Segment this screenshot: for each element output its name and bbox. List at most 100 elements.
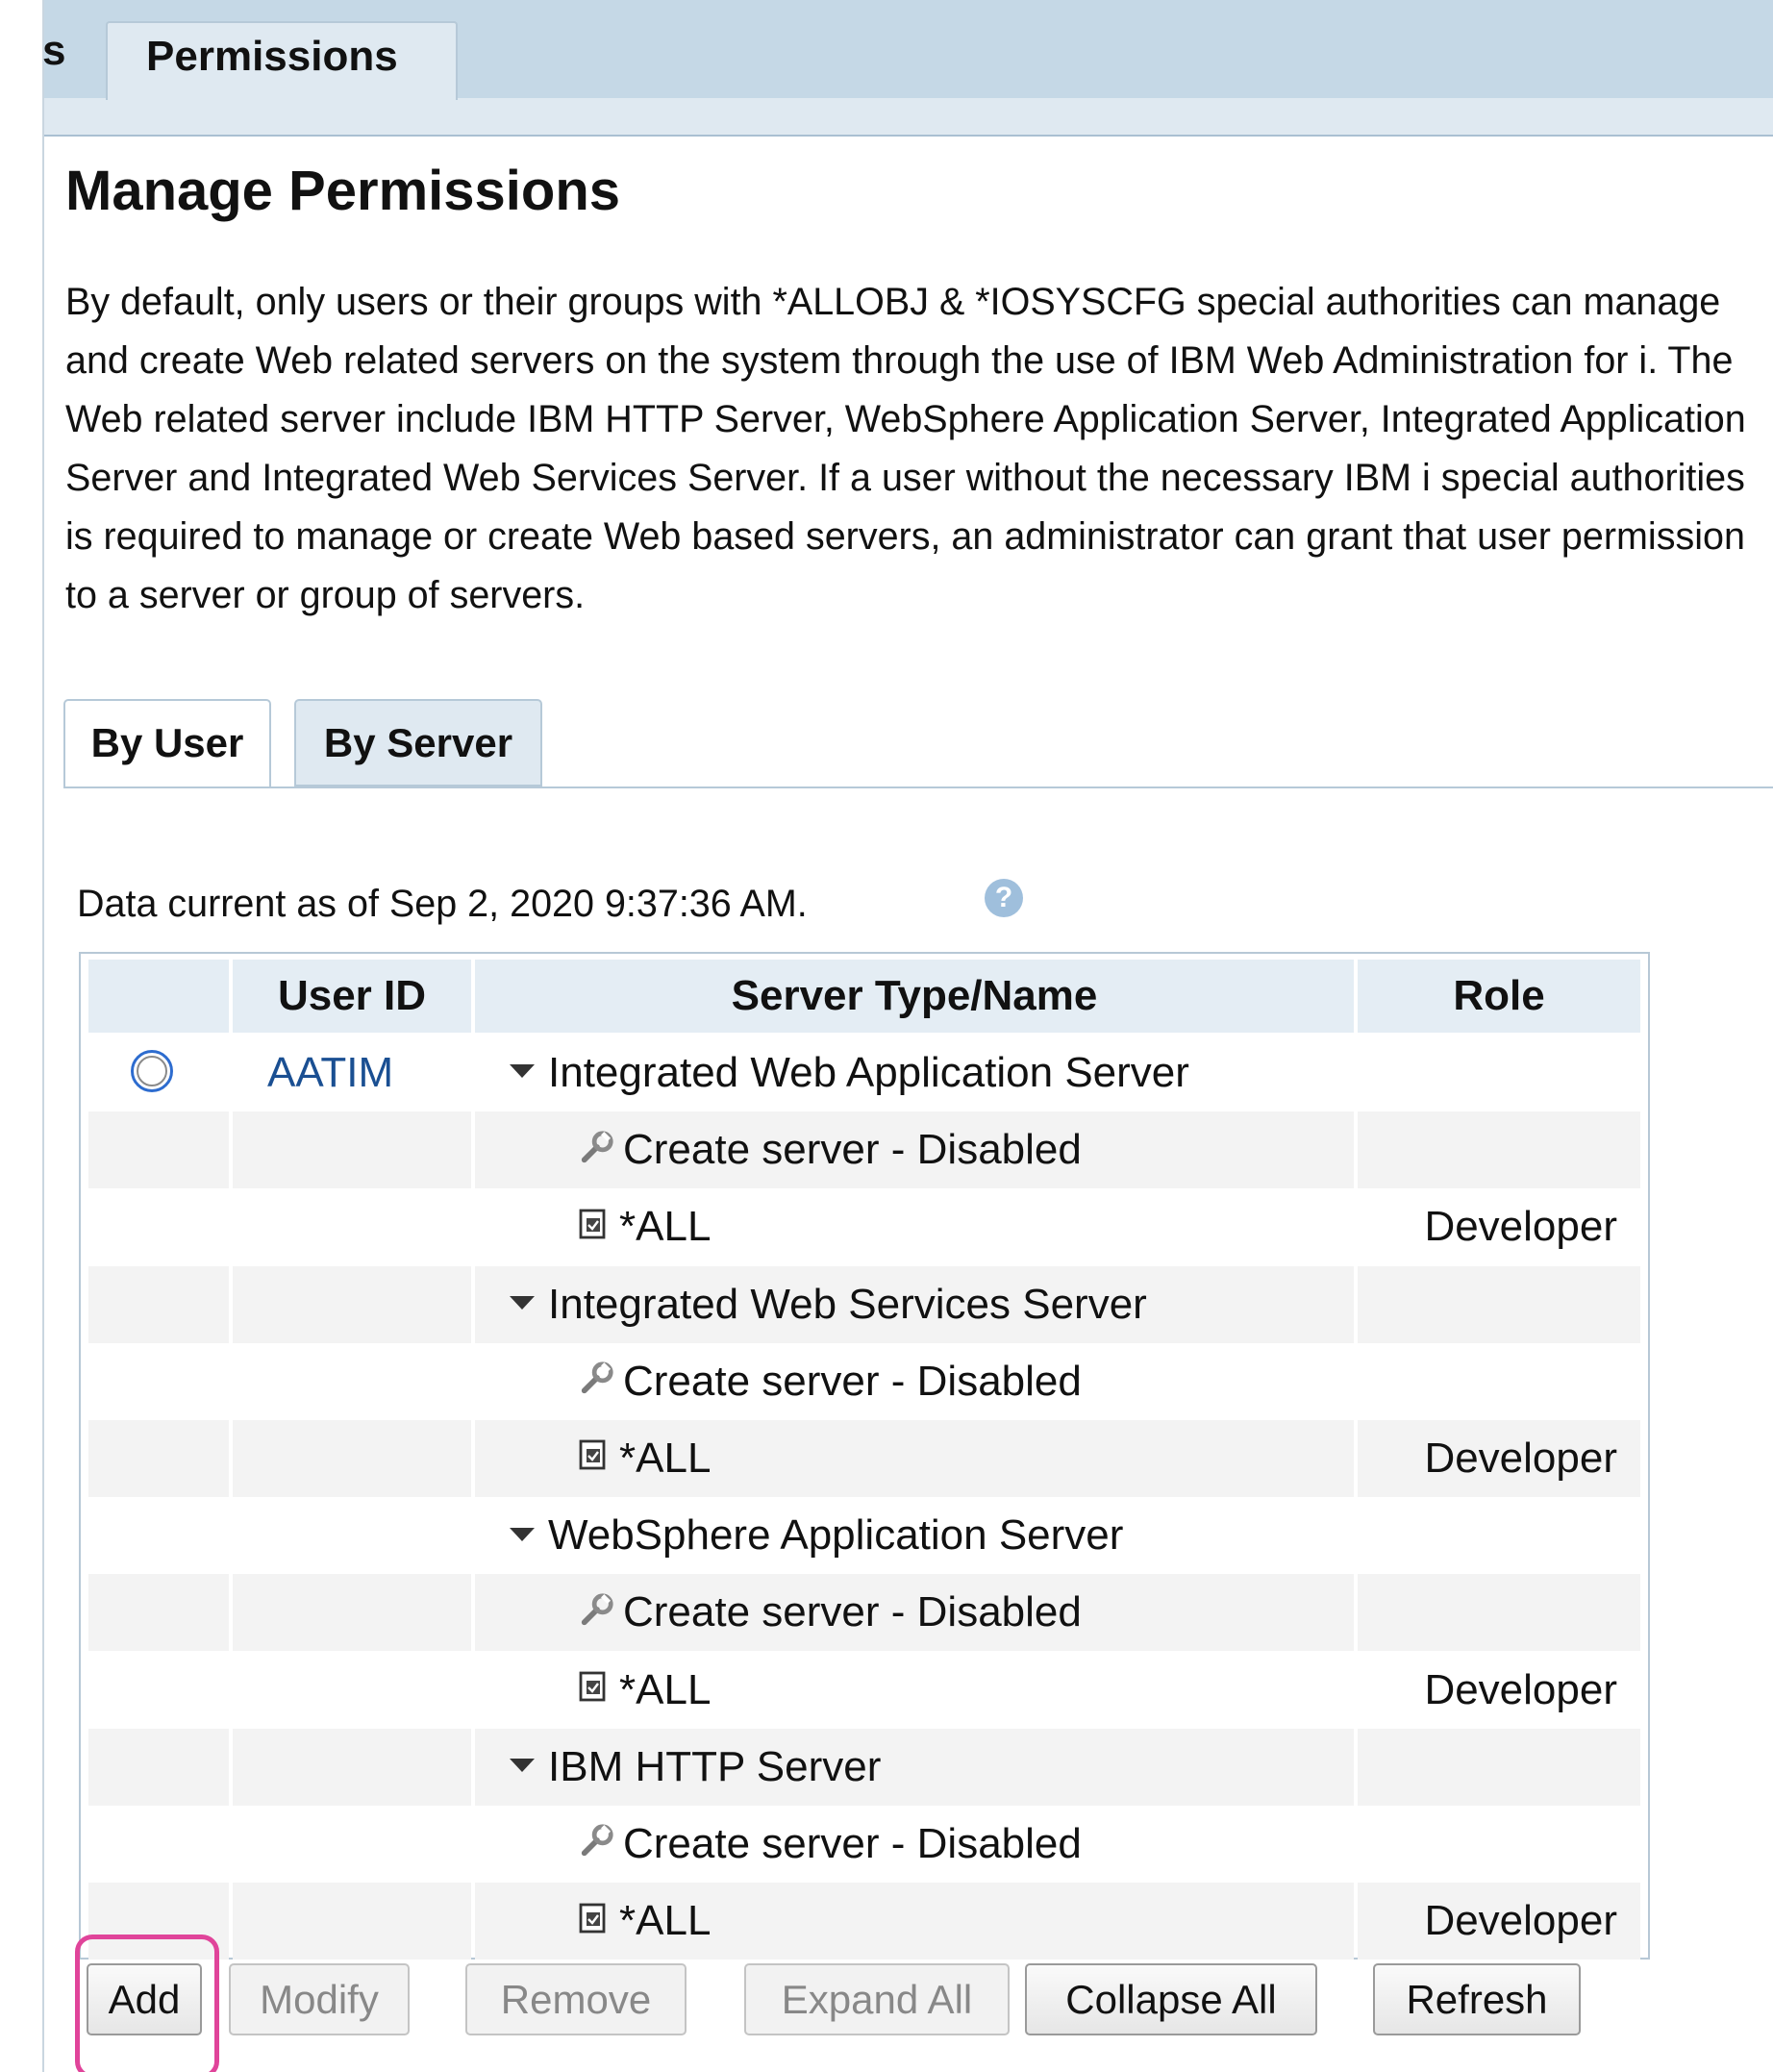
caret-down-icon[interactable] <box>510 1759 535 1773</box>
user-id-link[interactable]: AATIM <box>267 1035 393 1111</box>
create-server-item: Create server - Disabled <box>579 1806 1082 1883</box>
create-server-item: Create server - Disabled <box>579 1574 1082 1651</box>
caret-down-icon[interactable] <box>510 1527 535 1541</box>
user-id-cell <box>233 1420 471 1497</box>
select-cell <box>88 1343 229 1420</box>
user-id-cell <box>233 1883 471 1960</box>
server-item-label: Create server - Disabled <box>623 1126 1082 1174</box>
help-icon[interactable]: ? <box>985 879 1023 917</box>
server-cell: Create server - Disabled <box>475 1111 1354 1189</box>
create-server-item: Create server - Disabled <box>579 1343 1082 1420</box>
user-id-cell <box>233 1728 471 1806</box>
user-select-radio[interactable] <box>131 1050 173 1092</box>
all-servers-item: *ALL <box>579 1188 711 1265</box>
server-group-label: Integrated Web Application Server <box>510 1035 1189 1111</box>
user-id-cell <box>233 1111 471 1189</box>
role-cell <box>1358 1497 1640 1574</box>
header-user-id[interactable]: User ID <box>233 960 471 1033</box>
page: s Permissions Manage Permissions By defa… <box>0 0 1773 2072</box>
server-group-name: Integrated Web Services Server <box>548 1280 1147 1328</box>
server-item-label: Create server - Disabled <box>623 1820 1082 1867</box>
collapse-all-button[interactable]: Collapse All <box>1025 1963 1317 2035</box>
left-border <box>42 0 44 2072</box>
tab-permissions[interactable]: Permissions <box>106 21 458 100</box>
permissions-table: User ID Server Type/Name Role AATIM Integ… <box>79 952 1650 1960</box>
server-group-label: IBM HTTP Server <box>510 1729 881 1806</box>
refresh-button[interactable]: Refresh <box>1373 1963 1581 2035</box>
table-row: *ALL Developer <box>88 1188 1640 1265</box>
select-cell <box>88 1265 229 1343</box>
tab-by-user[interactable]: By User <box>63 699 271 788</box>
table-row: *ALL Developer <box>88 1652 1640 1729</box>
table-row: WebSphere Application Server <box>88 1497 1640 1574</box>
table-row: Create server - Disabled <box>88 1111 1640 1189</box>
server-item-label: *ALL <box>619 1897 712 1945</box>
tab-by-server[interactable]: By Server <box>294 699 542 786</box>
table-row: Create server - Disabled <box>88 1574 1640 1652</box>
data-current-timestamp: Data current as of Sep 2, 2020 9:37:36 A… <box>77 883 808 925</box>
server-cell: Integrated Web Services Server <box>475 1265 1354 1343</box>
role-cell <box>1358 1265 1640 1343</box>
table-header: User ID Server Type/Name Role <box>88 960 1640 1033</box>
all-servers-item: *ALL <box>579 1883 711 1960</box>
role-cell <box>1358 1574 1640 1652</box>
caret-down-icon[interactable] <box>510 1064 535 1079</box>
table-row: Create server - Disabled <box>88 1806 1640 1883</box>
table-row: Integrated Web Services Server <box>88 1265 1640 1343</box>
select-cell <box>88 1497 229 1574</box>
select-cell <box>88 1728 229 1806</box>
role-cell: Developer <box>1358 1420 1640 1497</box>
server-cell: IBM HTTP Server <box>475 1728 1354 1806</box>
server-cell: Create server - Disabled <box>475 1574 1354 1652</box>
user-id-cell: AATIM <box>233 1035 471 1111</box>
table-row: *ALL Developer <box>88 1420 1640 1497</box>
header-role[interactable]: Role <box>1358 960 1640 1033</box>
page-description: By default, only users or their groups w… <box>65 281 1746 616</box>
user-id-cell <box>233 1343 471 1420</box>
create-server-item: Create server - Disabled <box>579 1111 1082 1188</box>
server-group-name: IBM HTTP Server <box>548 1742 882 1790</box>
header-server-type-name[interactable]: Server Type/Name <box>475 960 1354 1033</box>
server-item-label: *ALL <box>619 1665 712 1713</box>
document-icon <box>579 1439 606 1470</box>
server-item-label: *ALL <box>619 1435 712 1482</box>
tab-strip-band <box>44 98 1773 135</box>
select-cell <box>88 1111 229 1189</box>
role-cell <box>1358 1728 1640 1806</box>
wrench-icon <box>581 1361 613 1394</box>
user-id-cell <box>233 1574 471 1652</box>
server-group-name: Integrated Web Application Server <box>548 1049 1189 1096</box>
document-icon <box>579 1671 606 1702</box>
caret-down-icon[interactable] <box>510 1295 535 1310</box>
table-row: Create server - Disabled <box>88 1343 1640 1420</box>
page-title: Manage Permissions <box>65 160 620 222</box>
role-cell: Developer <box>1424 1665 1617 1713</box>
role-cell <box>1358 1806 1640 1883</box>
user-id-cell <box>233 1265 471 1343</box>
select-cell <box>88 1035 229 1111</box>
expand-all-button[interactable]: Expand All <box>744 1963 1010 2035</box>
modify-button[interactable]: Modify <box>229 1963 410 2035</box>
server-cell: Create server - Disabled <box>475 1806 1354 1883</box>
all-servers-item: *ALL <box>579 1652 711 1729</box>
role-cell <box>1358 1035 1640 1111</box>
select-cell <box>88 1420 229 1497</box>
role-cell <box>1358 1111 1640 1189</box>
server-cell: *ALL <box>475 1883 1354 1960</box>
document-icon <box>579 1903 606 1933</box>
server-cell: *ALL <box>475 1188 1354 1265</box>
table-row: AATIM Integrated Web Application Server <box>88 1035 1640 1111</box>
document-icon <box>579 1209 606 1239</box>
server-item-label: Create server - Disabled <box>623 1357 1082 1405</box>
server-item-label: Create server - Disabled <box>623 1588 1082 1636</box>
user-id-cell <box>233 1806 471 1883</box>
subtab-divider <box>63 786 1773 788</box>
server-cell: *ALL <box>475 1652 1354 1729</box>
select-cell <box>88 1806 229 1883</box>
table-row: *ALL Developer <box>88 1883 1640 1960</box>
tab-partial[interactable]: s <box>42 27 65 75</box>
server-cell: *ALL <box>475 1420 1354 1497</box>
user-id-cell <box>233 1188 471 1265</box>
add-button-highlight <box>75 1935 219 2072</box>
remove-button[interactable]: Remove <box>465 1963 687 2035</box>
